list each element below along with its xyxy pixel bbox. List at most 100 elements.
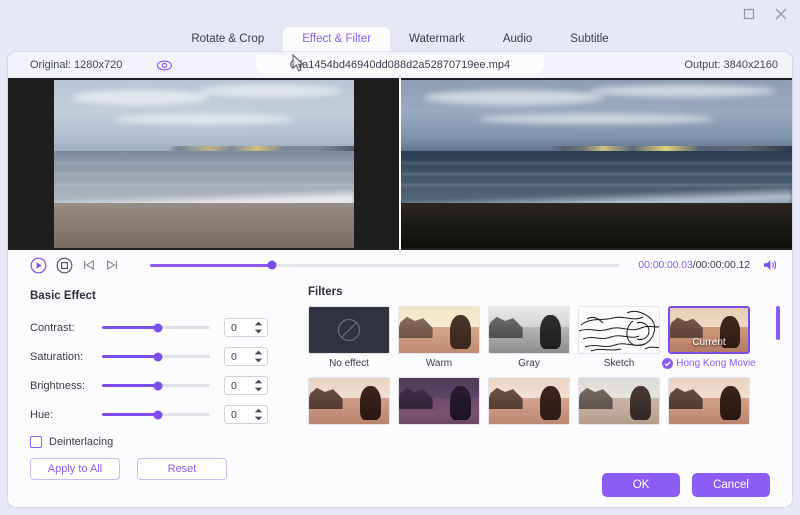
stepper-up-icon[interactable] — [254, 321, 263, 326]
filter-thumbnail — [578, 377, 660, 425]
play-circle-icon[interactable] — [30, 257, 47, 274]
filter-cell-row2-3[interactable] — [488, 377, 570, 429]
slider-track — [102, 381, 210, 390]
deinterlacing-label: Deinterlacing — [49, 436, 114, 448]
filter-cell-gray[interactable]: Gray — [488, 306, 570, 369]
preview-row — [8, 78, 792, 250]
filter-label: No effect — [329, 358, 369, 369]
main-panel: Original: 1280x720 0da1454bd46940dd088d2… — [8, 52, 792, 507]
stepper-up-icon[interactable] — [254, 350, 263, 355]
hue-label: Hue: — [30, 408, 54, 421]
stepper-down-icon[interactable] — [254, 358, 263, 363]
beach-sand — [401, 202, 792, 248]
filter-cell-row2-4[interactable] — [578, 377, 660, 429]
saturation-label: Saturation: — [30, 350, 84, 363]
stop-circle-icon[interactable] — [56, 257, 73, 274]
thumbnail-scene — [669, 378, 749, 424]
filename-label: 0da1454bd46940dd088d2a52870719ee.mp4 — [255, 54, 545, 76]
stepper-down-icon[interactable] — [254, 387, 263, 392]
slider-thumb[interactable] — [153, 381, 163, 390]
cancel-button[interactable]: Cancel — [692, 473, 770, 497]
volume-icon[interactable] — [762, 258, 778, 272]
tab-effect-filter[interactable]: Effect & Filter — [283, 27, 391, 52]
figure — [540, 386, 561, 421]
previous-frame-icon[interactable] — [82, 258, 96, 272]
brightness-slider[interactable] — [102, 379, 210, 393]
stepper-up-icon[interactable] — [254, 408, 263, 413]
seek-thumb[interactable] — [267, 260, 277, 270]
deinterlacing-row[interactable]: Deinterlacing — [30, 436, 300, 448]
original-preview[interactable] — [8, 78, 399, 250]
maximize-icon[interactable] — [742, 7, 756, 21]
thumbnail-scene — [579, 378, 659, 424]
filter-cell-sketch[interactable]: Sketch — [578, 306, 660, 369]
contrast-slider[interactable] — [102, 321, 210, 335]
saturation-slider[interactable] — [102, 350, 210, 364]
slider-track — [102, 323, 210, 332]
filtered-preview[interactable] — [401, 78, 792, 250]
editor-window: Rotate & Crop Effect & Filter Watermark … — [0, 0, 800, 515]
tab-audio[interactable]: Audio — [484, 27, 551, 52]
filter-thumbnail — [308, 377, 390, 425]
wave-streak — [53, 173, 354, 176]
dialog-footer: OK Cancel — [8, 463, 792, 507]
slider-thumb[interactable] — [153, 352, 163, 361]
filter-thumbnail — [398, 306, 480, 354]
original-video-frame — [53, 80, 354, 248]
thumbnail-scene — [399, 307, 479, 353]
cloud — [113, 113, 294, 124]
filtered-video-frame — [401, 80, 792, 248]
ok-button[interactable]: OK — [602, 473, 680, 497]
stepper-arrows — [254, 319, 263, 336]
ocean-scene-original — [53, 80, 354, 248]
filter-cell-row2-5[interactable] — [668, 377, 750, 429]
filter-cell-row2-2[interactable] — [398, 377, 480, 429]
brightness-label: Brightness: — [30, 379, 86, 392]
filter-cell-warm[interactable]: Warm — [398, 306, 480, 369]
deinterlacing-checkbox[interactable] — [30, 436, 42, 448]
slider-fill — [102, 355, 159, 358]
resolution-info-strip: Original: 1280x720 0da1454bd46940dd088d2… — [8, 52, 792, 78]
slider-thumb[interactable] — [153, 410, 163, 419]
wave-streak — [401, 162, 792, 165]
seek-bar[interactable] — [150, 258, 620, 272]
stepper-up-icon[interactable] — [254, 379, 263, 384]
filters-panel: Filters No effect Warm Gray Sketch Curre… — [300, 286, 792, 442]
filter-cell-hong-kong-movie[interactable]: Current Hong Kong Movie — [662, 306, 756, 369]
tab-rotate-crop[interactable]: Rotate & Crop — [172, 27, 283, 52]
figure — [540, 315, 561, 350]
stepper-down-icon[interactable] — [254, 329, 263, 334]
next-frame-icon[interactable] — [105, 258, 119, 272]
total-time: 00:00:00.12 — [695, 259, 750, 271]
wave-streak — [53, 162, 354, 165]
lower-content: Basic Effect Contrast: 0 Saturation: 0 B… — [8, 280, 792, 480]
slider-thumb[interactable] — [153, 323, 163, 332]
stepper-down-icon[interactable] — [254, 416, 263, 421]
tab-subtitle[interactable]: Subtitle — [551, 27, 627, 52]
slider-row-hue: Hue: 0 — [30, 400, 300, 429]
filter-label: Warm — [425, 358, 453, 369]
filter-cell-no-effect[interactable]: No effect — [308, 306, 390, 369]
filters-scrollbar-thumb[interactable] — [776, 306, 780, 340]
filter-label: Sketch — [603, 358, 635, 369]
hue-slider[interactable] — [102, 408, 210, 422]
filters-scrollbar[interactable] — [776, 306, 780, 434]
hue-value: 0 — [231, 408, 237, 421]
saturation-stepper[interactable]: 0 — [224, 347, 268, 366]
cloud — [479, 113, 714, 124]
filter-cell-row2-1[interactable] — [308, 377, 390, 429]
cloud — [197, 85, 342, 97]
brightness-value: 0 — [231, 379, 237, 392]
output-resolution-group: Output: 3840x2160 — [684, 52, 778, 78]
sketch-lines — [579, 310, 659, 352]
stepper-arrows — [254, 406, 263, 423]
tab-watermark[interactable]: Watermark — [390, 27, 484, 52]
contrast-stepper[interactable]: 0 — [224, 318, 268, 337]
close-icon[interactable] — [774, 7, 788, 21]
slider-row-contrast: Contrast: 0 — [30, 313, 300, 342]
hue-stepper[interactable]: 0 — [224, 405, 268, 424]
title-bar — [0, 0, 800, 28]
brightness-stepper[interactable]: 0 — [224, 376, 268, 395]
eye-icon[interactable] — [156, 57, 173, 74]
original-resolution-group: Original: 1280x720 — [8, 52, 173, 78]
